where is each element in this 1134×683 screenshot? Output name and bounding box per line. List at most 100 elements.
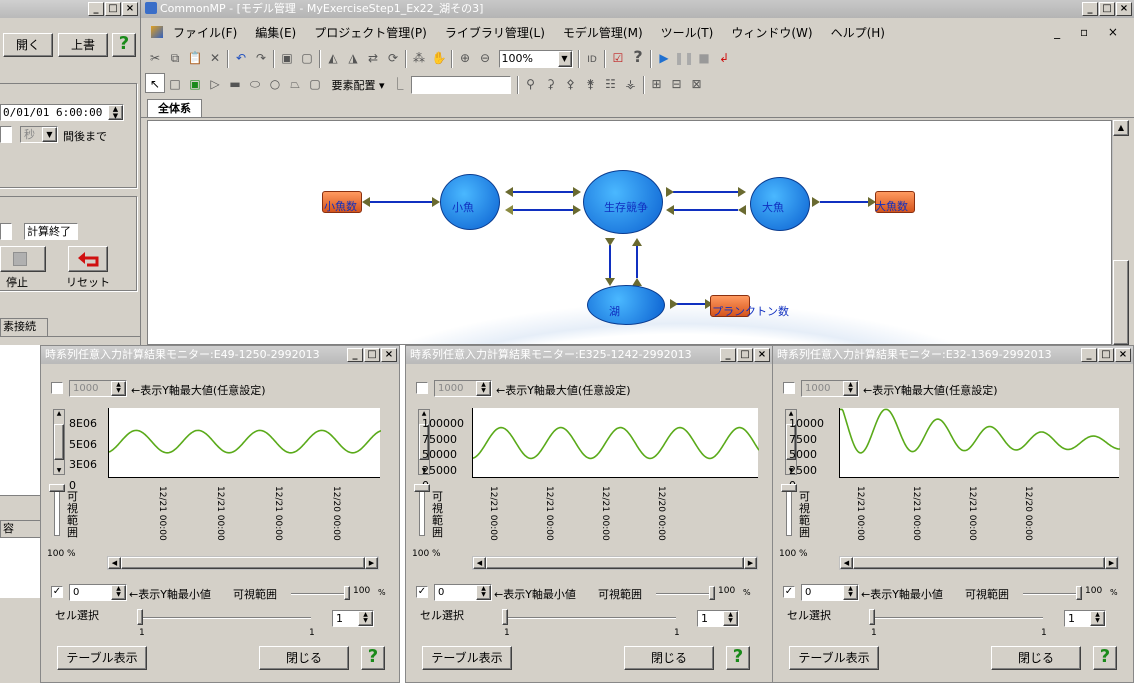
min-spinner[interactable]: ▲ ▼: [843, 585, 858, 600]
minimize-icon[interactable]: _: [1081, 348, 1097, 362]
x-tick-label: 12/21 00:00: [967, 486, 977, 541]
monitor-titlebar[interactable]: 時系列任意入力計算結果モニター:E49-1250-2992013 _ □ ×: [41, 346, 399, 364]
range-percent-unit: %: [378, 588, 386, 597]
monitor-title: 時系列任意入力計算結果モニター:E32-1369-2992013: [777, 348, 1052, 361]
max-spinner[interactable]: ▲ ▼: [843, 381, 858, 396]
max-label: ←表示Y軸最大値(任意設定): [496, 384, 631, 397]
scroll-left-icon[interactable]: ◀: [473, 557, 486, 569]
close-button[interactable]: 閉じる: [624, 646, 714, 670]
label-big-fish: 大魚: [762, 201, 784, 214]
plot-area: [108, 408, 382, 478]
table-view-button[interactable]: テーブル表示: [57, 646, 147, 670]
maximize-icon[interactable]: □: [364, 348, 380, 362]
cell-slider-thumb[interactable]: [502, 609, 508, 625]
cell-select-label: セル選択: [787, 609, 831, 622]
cell-slider-track[interactable]: [502, 617, 676, 619]
series-line: [472, 426, 760, 460]
max-spinner[interactable]: ▲ ▼: [476, 381, 491, 396]
table-view-button[interactable]: テーブル表示: [789, 646, 879, 670]
close-button[interactable]: 閉じる: [991, 646, 1081, 670]
x-tick-label: 12/20 00:00: [656, 486, 666, 541]
cell-slider-track[interactable]: [137, 617, 311, 619]
close-button[interactable]: 閉じる: [259, 646, 349, 670]
visible-range-label: 可視範囲: [598, 588, 642, 601]
range-slider-track[interactable]: [656, 593, 712, 595]
range-slider-thumb[interactable]: [709, 586, 715, 600]
cell-min-tick: 1: [871, 628, 877, 638]
y-scrollbar[interactable]: ▲ ▼: [53, 409, 65, 475]
cell-spinner[interactable]: ▲ ▼: [358, 611, 373, 626]
minimize-icon[interactable]: _: [347, 348, 363, 362]
range-percent: 100: [1085, 586, 1103, 596]
close-icon[interactable]: ×: [381, 348, 397, 362]
scroll-right-icon[interactable]: ▶: [744, 557, 757, 569]
visible-slider-track[interactable]: [786, 488, 792, 536]
plot-area: [839, 408, 1120, 478]
scroll-left-icon[interactable]: ◀: [840, 557, 853, 569]
help-button[interactable]: ?: [361, 646, 385, 670]
h-scroll-thumb[interactable]: [853, 557, 1105, 569]
help-button[interactable]: ?: [1093, 646, 1117, 670]
scroll-right-icon[interactable]: ▶: [365, 557, 378, 569]
range-slider-thumb[interactable]: [344, 586, 350, 600]
max-spinner[interactable]: ▲ ▼: [111, 381, 126, 396]
min-checkbox[interactable]: ✓: [416, 586, 428, 598]
y-tick-label: 5000: [789, 448, 817, 461]
h-scrollbar[interactable]: ◀ ▶: [107, 556, 379, 570]
help-button[interactable]: ?: [726, 646, 750, 670]
visible-slider-thumb[interactable]: [414, 484, 430, 492]
range-slider-track[interactable]: [1023, 593, 1079, 595]
cell-slider-track[interactable]: [869, 617, 1043, 619]
y-tick-label: 8E06: [69, 417, 97, 430]
scroll-up-icon[interactable]: ▲: [786, 410, 796, 417]
scroll-left-icon[interactable]: ◀: [108, 557, 121, 569]
h-scroll-thumb[interactable]: [486, 557, 744, 569]
scroll-right-icon[interactable]: ▶: [1105, 557, 1118, 569]
y-tick-label: 5E06: [69, 437, 97, 451]
series-line: [840, 408, 1120, 454]
maximize-icon[interactable]: □: [737, 348, 753, 362]
scroll-up-icon[interactable]: ▲: [54, 410, 64, 417]
plot-line: [472, 426, 760, 460]
cell-spinner[interactable]: ▲ ▼: [1090, 611, 1105, 626]
max-label: ←表示Y軸最大値(任意設定): [863, 384, 998, 397]
h-scrollbar[interactable]: ◀ ▶: [472, 556, 758, 570]
monitor-titlebar[interactable]: 時系列任意入力計算結果モニター:E325-1242-2992013 _ □ ×: [406, 346, 772, 364]
visible-slider-track[interactable]: [54, 488, 60, 536]
range-slider-thumb[interactable]: [1076, 586, 1082, 600]
monitor-window-2: 時系列任意入力計算結果モニター:E325-1242-2992013 _ □ × …: [405, 345, 773, 683]
table-view-button[interactable]: テーブル表示: [422, 646, 512, 670]
plot-line: [840, 408, 1120, 454]
cell-spinner[interactable]: ▲ ▼: [723, 611, 738, 626]
max-checkbox[interactable]: [416, 382, 428, 394]
minimize-icon[interactable]: _: [720, 348, 736, 362]
scroll-down-icon[interactable]: ▼: [54, 467, 64, 474]
close-icon[interactable]: ×: [1115, 348, 1131, 362]
h-scrollbar[interactable]: ◀ ▶: [839, 556, 1119, 570]
scroll-up-icon[interactable]: ▲: [419, 410, 429, 417]
min-checkbox[interactable]: ✓: [783, 586, 795, 598]
max-checkbox[interactable]: [51, 382, 63, 394]
maximize-icon[interactable]: □: [1098, 348, 1114, 362]
cell-max-tick: 1: [674, 628, 680, 638]
monitor-window-1: 時系列任意入力計算結果モニター:E49-1250-2992013 _ □ × 1…: [40, 345, 400, 683]
range-slider-track[interactable]: [291, 593, 347, 595]
close-icon[interactable]: ×: [754, 348, 770, 362]
y-scroll-thumb[interactable]: [54, 424, 64, 460]
visible-percent: 100 %: [412, 549, 441, 559]
node-lake[interactable]: [587, 285, 665, 325]
min-spinner[interactable]: ▲ ▼: [476, 585, 491, 600]
cell-select-label: セル選択: [55, 609, 99, 622]
visible-slider-track[interactable]: [419, 488, 425, 536]
cell-slider-thumb[interactable]: [137, 609, 143, 625]
min-spinner[interactable]: ▲ ▼: [111, 585, 126, 600]
cell-slider-thumb[interactable]: [869, 609, 875, 625]
cell-min-tick: 1: [504, 628, 510, 638]
max-checkbox[interactable]: [783, 382, 795, 394]
min-checkbox[interactable]: ✓: [51, 586, 63, 598]
visible-slider-thumb[interactable]: [781, 484, 797, 492]
h-scroll-thumb[interactable]: [121, 557, 365, 569]
visible-slider-thumb[interactable]: [49, 484, 65, 492]
series-line: [108, 429, 382, 454]
monitor-titlebar[interactable]: 時系列任意入力計算結果モニター:E32-1369-2992013 _ □ ×: [773, 346, 1133, 364]
